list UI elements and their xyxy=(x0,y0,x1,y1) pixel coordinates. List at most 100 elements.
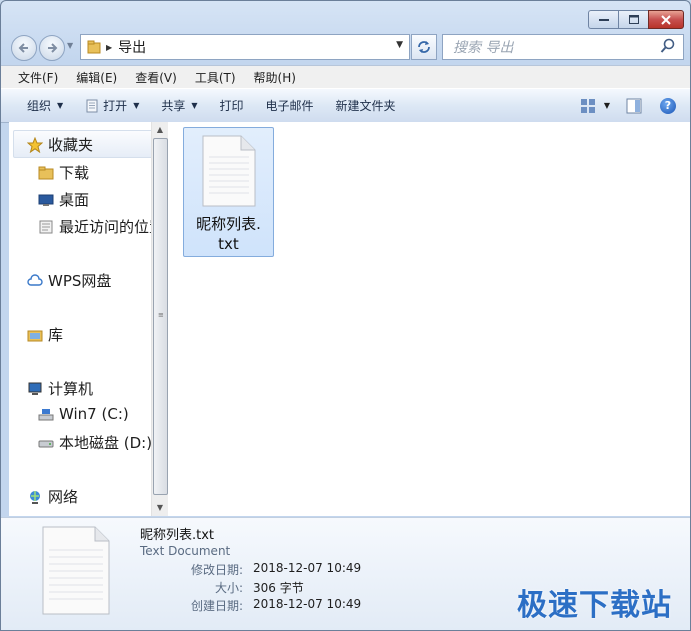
details-file-type: Text Document xyxy=(140,544,231,558)
nav-drive-c[interactable]: Win7 (C:) xyxy=(38,405,129,423)
nav-recent[interactable]: 最近访问的位置 xyxy=(38,216,151,237)
recent-places-icon xyxy=(39,220,53,233)
open-label: 打开 xyxy=(103,99,128,113)
breadcrumb-separator-icon[interactable]: ▶ xyxy=(106,43,112,52)
close-button[interactable] xyxy=(648,10,684,29)
preview-pane-icon[interactable] xyxy=(626,98,642,114)
menu-edit[interactable]: 编辑(E) xyxy=(64,69,123,86)
nav-downloads-label: 下载 xyxy=(59,164,90,182)
new-folder-button[interactable]: 新建文件夹 xyxy=(336,97,396,114)
maximize-icon xyxy=(628,15,639,24)
forward-button[interactable] xyxy=(39,35,65,61)
close-icon xyxy=(661,14,671,25)
nav-downloads[interactable]: 下载 xyxy=(38,162,89,183)
back-button[interactable] xyxy=(11,35,37,61)
nav-favorites-label: 收藏夹 xyxy=(48,136,94,154)
library-icon xyxy=(27,330,43,341)
notepad-icon xyxy=(86,99,98,112)
details-file-name: 昵称列表.txt xyxy=(140,528,215,543)
modified-value: 2018-12-07 10:49 xyxy=(253,561,362,575)
address-dropdown-icon[interactable]: ▼ xyxy=(396,40,403,50)
search-input[interactable]: 搜索 导出 xyxy=(442,34,684,60)
help-icon[interactable]: ? xyxy=(660,97,676,114)
scroll-grip-icon: ≡ xyxy=(158,311,164,319)
details-created-row: 创建日期: 2018-12-07 10:49 xyxy=(161,597,461,614)
command-bar-right: ▼ ? xyxy=(580,89,690,122)
share-button[interactable]: 共享 ▼ xyxy=(161,97,197,114)
star-icon xyxy=(27,136,43,153)
scroll-down-icon[interactable]: ▼ xyxy=(152,500,168,516)
email-button[interactable]: 电子邮件 xyxy=(266,97,314,114)
nav-computer-label: 计算机 xyxy=(48,380,94,398)
open-dropdown-icon: ▼ xyxy=(133,101,140,110)
view-options-icon[interactable] xyxy=(580,98,596,114)
view-dropdown-icon[interactable]: ▼ xyxy=(604,101,610,110)
recent-pages-dropdown-icon[interactable]: ▼ xyxy=(67,41,73,50)
nav-computer[interactable]: 计算机 xyxy=(27,378,93,399)
details-size-row: 大小: 306 字节 xyxy=(161,579,461,596)
file-list[interactable]: 昵称列表. txt xyxy=(168,122,690,516)
computer-icon xyxy=(28,382,42,395)
menu-bar: 文件(F) 编辑(E) 查看(V) 工具(T) 帮助(H) xyxy=(1,65,690,88)
navigation-pane: 收藏夹 下载 桌面 最近访问的位置 WPS网盘 库 计算机 Win7 ( xyxy=(9,122,151,516)
menu-view[interactable]: 查看(V) xyxy=(123,69,183,86)
nav-drive-d[interactable]: 本地磁盘 (D:) xyxy=(38,432,151,453)
created-value: 2018-12-07 10:49 xyxy=(253,597,362,611)
nav-library[interactable]: 库 xyxy=(27,324,63,345)
address-bar[interactable]: ▶ 导出 ▼ xyxy=(80,34,410,60)
file-name: 昵称列表. txt xyxy=(184,214,273,254)
command-bar: 组织 ▼ 打开 ▼ 共享 ▼ 打印 电子邮件 新建文件夹 ▼ ? xyxy=(1,88,690,123)
created-label: 创建日期: xyxy=(190,599,243,613)
details-modified-row: 修改日期: 2018-12-07 10:49 xyxy=(161,561,461,578)
refresh-icon xyxy=(418,41,430,53)
text-file-icon xyxy=(202,135,256,207)
nav-drive-d-label: 本地磁盘 (D:) xyxy=(59,434,151,452)
nav-network[interactable]: 网络 xyxy=(27,486,78,507)
nav-desktop-label: 桌面 xyxy=(59,191,90,209)
file-name-line-1: 昵称列表. xyxy=(196,215,261,233)
nav-desktop[interactable]: 桌面 xyxy=(38,189,89,210)
nav-network-label: 网络 xyxy=(48,488,79,506)
scroll-up-icon[interactable]: ▲ xyxy=(152,122,168,138)
hard-drive-icon xyxy=(38,440,54,447)
minimize-button[interactable] xyxy=(588,10,618,29)
search-icon[interactable] xyxy=(659,37,677,55)
network-icon xyxy=(30,490,40,504)
menu-tools[interactable]: 工具(T) xyxy=(183,69,242,86)
nav-favorites[interactable]: 收藏夹 xyxy=(27,134,93,155)
folder-icon xyxy=(87,40,101,54)
organize-button[interactable]: 组织 ▼ xyxy=(27,97,63,114)
share-label: 共享 xyxy=(161,99,186,113)
nav-wps-label: WPS网盘 xyxy=(48,272,112,290)
refresh-button[interactable] xyxy=(411,34,437,60)
print-label: 打印 xyxy=(219,99,244,113)
menu-help[interactable]: 帮助(H) xyxy=(242,69,302,86)
print-button[interactable]: 打印 xyxy=(220,97,244,114)
explorer-window: ▼ ▶ 导出 ▼ 搜索 导出 文件(F) 编辑(E) 查看(V) 工具(T) 帮… xyxy=(0,0,691,631)
size-value: 306 字节 xyxy=(253,581,304,595)
cloud-icon xyxy=(27,273,43,286)
nav-library-label: 库 xyxy=(48,326,64,344)
search-placeholder: 搜索 导出 xyxy=(453,40,514,56)
scroll-thumb[interactable]: ≡ xyxy=(153,138,168,495)
breadcrumb-item[interactable]: 导出 xyxy=(118,37,146,57)
maximize-button[interactable] xyxy=(618,10,648,29)
email-label: 电子邮件 xyxy=(265,99,314,113)
file-name-line-2: txt xyxy=(218,235,239,253)
organize-label: 组织 xyxy=(27,99,52,113)
organize-dropdown-icon: ▼ xyxy=(57,101,64,110)
modified-label: 修改日期: xyxy=(190,563,243,577)
nav-wps[interactable]: WPS网盘 xyxy=(27,270,111,291)
menu-file[interactable]: 文件(F) xyxy=(1,69,64,86)
watermark: 极速下载站 xyxy=(517,588,672,623)
nav-drive-c-label: Win7 (C:) xyxy=(59,405,129,423)
desktop-icon xyxy=(38,194,54,206)
forward-arrow-icon xyxy=(48,43,58,53)
nav-scrollbar[interactable]: ▲ ≡ ▼ xyxy=(151,122,168,516)
nav-recent-label: 最近访问的位置 xyxy=(59,218,151,236)
file-item[interactable]: 昵称列表. txt xyxy=(183,127,274,257)
share-dropdown-icon: ▼ xyxy=(191,101,198,110)
minimize-icon xyxy=(598,18,609,21)
open-button[interactable]: 打开 ▼ xyxy=(85,97,139,114)
back-arrow-icon xyxy=(18,43,28,53)
